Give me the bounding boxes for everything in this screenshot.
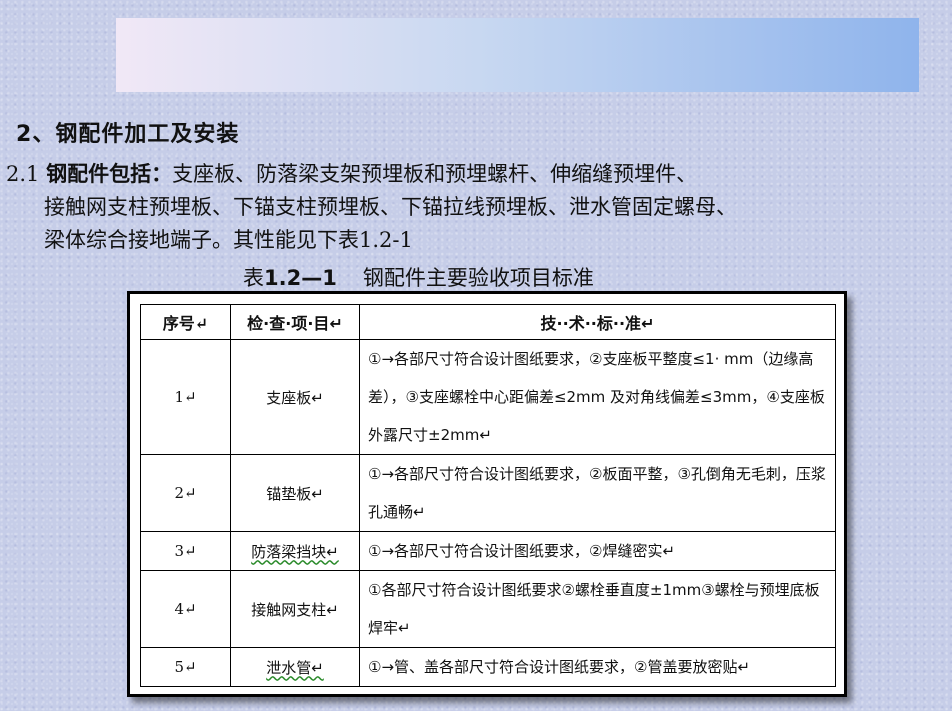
row-standard: ①→管、盖各部尺寸符合设计图纸要求，②管盖要放密贴↵: [359, 647, 836, 687]
row-index: 1↵: [140, 339, 231, 455]
acceptance-standard-table: 序号↵ 检·查·项·目↵ 技··术··标··准↵ 1↵ 支座板↵ ①→各部尺寸符…: [140, 304, 836, 687]
row-standard: ①→各部尺寸符合设计图纸要求，②板面平整，③孔倒角无毛刺，压浆孔通畅↵: [359, 454, 836, 532]
row-standard: ①各部尺寸符合设计图纸要求②螺栓垂直度±1mm③螺栓与预埋底板焊牢↵: [359, 570, 836, 648]
table-row: 1↵ 支座板↵ ①→各部尺寸符合设计图纸要求，②支座板平整度≤1· mm（边缘高…: [140, 339, 836, 455]
table-row: 5↵ 泄水管↵ ①→管、盖各部尺寸符合设计图纸要求，②管盖要放密贴↵: [140, 647, 836, 687]
table-caption: 表1.2—1 钢配件主要验收项目标准: [243, 262, 594, 292]
row-item: 防落梁挡块↵: [230, 531, 360, 571]
section-number: 2: [16, 122, 33, 147]
row-index: 3↵: [140, 531, 231, 571]
row-item-text: 防落梁挡块↵: [251, 542, 339, 561]
paragraph-line-3: 梁体综合接地端子。其性能见下表1.2-1: [44, 228, 413, 252]
table-header-row: 序号↵ 检·查·项·目↵ 技··术··标··准↵: [140, 304, 836, 340]
row-item: 泄水管↵: [230, 647, 360, 687]
header-item: 检·查·项·目↵: [230, 304, 360, 340]
section-title: 、钢配件加工及安装: [32, 122, 240, 147]
row-standard-text: ①→管、盖各部尺寸符合设计图纸要求，②管盖要放密贴↵: [368, 658, 751, 676]
section-heading: 2、钢配件加工及安装: [16, 116, 239, 148]
row-standard: ①→各部尺寸符合设计图纸要求，②焊缝密实↵: [359, 531, 836, 571]
row-index: 2↵: [140, 454, 231, 532]
row-index: 5↵: [140, 647, 231, 687]
header-standard: 技··术··标··准↵: [359, 304, 836, 340]
row-standard-text: ①→各部尺寸符合设计图纸要求，②板面平整，③孔倒角无毛刺，压浆孔通畅↵: [368, 465, 826, 521]
table-row: 4↵ 接触网支柱↵ ①各部尺寸符合设计图纸要求②螺栓垂直度±1mm③螺栓与预埋底…: [140, 570, 836, 648]
row-item: 接触网支柱↵: [230, 570, 360, 648]
title-banner: [116, 18, 919, 92]
header-index: 序号↵: [140, 304, 231, 340]
row-index: 4↵: [140, 570, 231, 648]
paragraph-prefix: 2.1: [6, 162, 47, 186]
table-row: 3↵ 防落梁挡块↵ ①→各部尺寸符合设计图纸要求，②焊缝密实↵: [140, 531, 836, 571]
paragraph-lead: 钢配件包括：: [46, 162, 173, 186]
paragraph-line-1: 2.1 钢配件包括：支座板、防落梁支架预埋板和预埋螺杆、伸缩缝预埋件、: [6, 158, 936, 191]
row-standard-text: ①→各部尺寸符合设计图纸要求，②焊缝密实↵: [368, 542, 676, 560]
caption-prefix: 表: [243, 266, 264, 290]
paragraph-line-1-text: 支座板、防落梁支架预埋板和预埋螺杆、伸缩缝预埋件、: [172, 162, 698, 186]
row-item: 锚垫板↵: [230, 454, 360, 532]
row-item-text: 泄水管↵: [266, 658, 324, 677]
row-standard-text: ①各部尺寸符合设计图纸要求②螺栓垂直度±1mm③螺栓与预埋底板焊牢↵: [368, 581, 820, 637]
caption-title: 钢配件主要验收项目标准: [362, 266, 594, 290]
row-standard: ①→各部尺寸符合设计图纸要求，②支座板平整度≤1· mm（边缘高差），③支座螺栓…: [359, 339, 836, 455]
table-row: 2↵ 锚垫板↵ ①→各部尺寸符合设计图纸要求，②板面平整，③孔倒角无毛刺，压浆孔…: [140, 454, 836, 532]
caption-number: 1.2—1: [264, 266, 337, 290]
row-item: 支座板↵: [230, 339, 360, 455]
row-standard-text: ①→各部尺寸符合设计图纸要求，②支座板平整度≤1· mm（边缘高差），③支座螺栓…: [368, 350, 825, 444]
paragraph-line-2: 接触网支柱预埋板、下锚支柱预埋板、下锚拉线预埋板、泄水管固定螺母、: [44, 195, 737, 219]
table-frame: 序号↵ 检·查·项·目↵ 技··术··标··准↵ 1↵ 支座板↵ ①→各部尺寸符…: [127, 291, 847, 697]
description-paragraph: 2.1 钢配件包括：支座板、防落梁支架预埋板和预埋螺杆、伸缩缝预埋件、 接触网支…: [6, 158, 936, 257]
